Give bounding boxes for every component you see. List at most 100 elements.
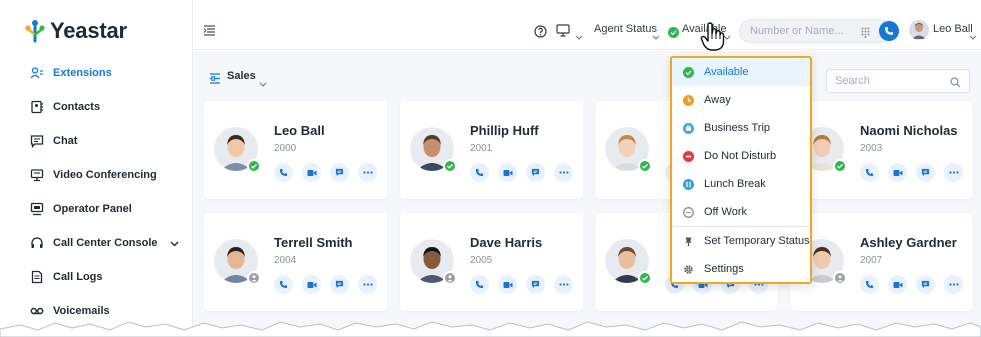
settings-option[interactable]: Settings: [672, 255, 810, 283]
sidebar-item-label: Call Center Console: [53, 237, 158, 249]
video-icon[interactable]: [302, 275, 321, 294]
extension-card[interactable]: Naomi Nicholas 2003: [790, 101, 973, 199]
monitor-icon[interactable]: [556, 24, 570, 42]
extension-number: 2001: [470, 143, 493, 154]
sidebar-item-video-conferencing[interactable]: Video Conferencing: [0, 158, 193, 192]
extension-card[interactable]: Dave Harris 2005: [400, 213, 583, 311]
message-icon[interactable]: [526, 275, 545, 294]
more-options-icon[interactable]: [944, 163, 963, 182]
message-icon[interactable]: [916, 163, 935, 182]
help-icon[interactable]: [534, 25, 547, 43]
call-button[interactable]: [879, 21, 899, 41]
card-actions: [860, 163, 963, 182]
off-work-icon: [682, 206, 694, 218]
more-options-icon[interactable]: [358, 275, 377, 294]
status-option-label: Available: [704, 66, 749, 78]
logo-text: Yeastar: [50, 18, 127, 43]
status-option-do-not-disturb[interactable]: Do Not Disturb: [672, 142, 810, 170]
sidebar: Yeastar Extensions Contacts Chat Video C…: [0, 0, 193, 337]
video-icon[interactable]: [498, 163, 517, 182]
yeastar-logo[interactable]: Yeastar: [24, 18, 127, 44]
status-option-label: Off Work: [704, 206, 747, 218]
dialpad-icon[interactable]: [861, 25, 870, 43]
extension-name: Ashley Gardner: [860, 235, 957, 250]
status-option-label: Lunch Break: [704, 178, 766, 190]
extension-name: Phillip Huff: [470, 123, 539, 138]
phone-icon: [885, 27, 893, 35]
extension-name: Leo Ball: [274, 123, 325, 138]
extension-number: 2005: [470, 255, 493, 266]
sidebar-item-extensions[interactable]: Extensions: [0, 56, 193, 90]
status-option-label: Set Temporary Status: [704, 235, 810, 247]
chevron-down-icon[interactable]: [575, 27, 583, 45]
online-status-icon: [247, 159, 261, 173]
status-option-available[interactable]: Available: [672, 58, 810, 86]
card-actions: [274, 163, 377, 182]
video-icon[interactable]: [888, 163, 907, 182]
user-name[interactable]: Leo Ball: [933, 23, 973, 35]
offline-status-icon: [443, 271, 457, 285]
video-icon[interactable]: [302, 163, 321, 182]
hand-pointer-cursor-icon: [700, 22, 726, 57]
torn-edge-decoration: [0, 321, 981, 337]
group-selector[interactable]: Sales: [227, 70, 256, 82]
extension-card[interactable]: Leo Ball 2000: [204, 101, 387, 199]
more-options-icon[interactable]: [944, 275, 963, 294]
message-icon[interactable]: [916, 275, 935, 294]
more-options-icon[interactable]: [554, 275, 573, 294]
phone-icon[interactable]: [274, 275, 293, 294]
phone-icon[interactable]: [470, 163, 489, 182]
avatar[interactable]: [909, 20, 929, 40]
set-temporary-status-option[interactable]: Set Temporary Status: [672, 227, 810, 255]
sidebar-nav: Extensions Contacts Chat Video Conferenc…: [0, 56, 193, 328]
chevron-down-icon[interactable]: [652, 27, 660, 45]
search-input[interactable]: [826, 69, 970, 93]
status-option-lunch-break[interactable]: Lunch Break: [672, 170, 810, 198]
status-option-label: Away: [704, 94, 731, 106]
chat-icon: [30, 134, 44, 148]
video-conferencing-icon: [30, 168, 44, 182]
chevron-down-icon[interactable]: [969, 27, 977, 45]
status-option-business-trip[interactable]: Business Trip: [672, 114, 810, 142]
headset-icon: [30, 236, 44, 250]
video-icon[interactable]: [498, 275, 517, 294]
collapse-menu-icon[interactable]: [203, 23, 216, 41]
card-actions: [274, 275, 377, 294]
offline-status-icon: [247, 271, 261, 285]
video-icon[interactable]: [888, 275, 907, 294]
more-options-icon[interactable]: [554, 163, 573, 182]
chevron-down-icon[interactable]: [170, 238, 179, 250]
check-circle-icon: [682, 66, 694, 78]
status-option-away[interactable]: Away: [672, 86, 810, 114]
sidebar-item-contacts[interactable]: Contacts: [0, 90, 193, 124]
sidebar-item-label: Chat: [53, 135, 78, 147]
online-status-icon: [443, 159, 457, 173]
sidebar-item-call-logs[interactable]: Call Logs: [0, 260, 193, 294]
sidebar-item-call-center-console[interactable]: Call Center Console: [0, 226, 193, 260]
extension-name: Dave Harris: [470, 235, 543, 250]
phone-icon[interactable]: [470, 275, 489, 294]
sidebar-item-operator-panel[interactable]: Operator Panel: [0, 192, 193, 226]
phone-icon[interactable]: [860, 163, 879, 182]
extension-number: 2007: [860, 255, 883, 266]
phone-icon[interactable]: [860, 275, 879, 294]
sidebar-item-label: Video Conferencing: [53, 169, 157, 181]
phone-icon[interactable]: [274, 163, 293, 182]
sidebar-item-chat[interactable]: Chat: [0, 124, 193, 158]
extension-card[interactable]: Terrell Smith 2004: [204, 213, 387, 311]
status-option-off-work[interactable]: Off Work: [672, 198, 810, 226]
agent-status-dropdown[interactable]: Agent Status: [594, 23, 657, 35]
message-icon[interactable]: [330, 163, 349, 182]
available-status-icon: [668, 25, 679, 43]
online-status-icon: [638, 271, 652, 285]
extensions-icon: [30, 66, 44, 80]
more-options-icon[interactable]: [358, 163, 377, 182]
extension-card[interactable]: Phillip Huff 2001: [400, 101, 583, 199]
message-icon[interactable]: [526, 163, 545, 182]
search-icon[interactable]: [950, 75, 961, 93]
card-actions: [860, 275, 963, 294]
extension-name: Terrell Smith: [274, 235, 353, 250]
chevron-down-icon[interactable]: [259, 74, 267, 92]
message-icon[interactable]: [330, 275, 349, 294]
extension-card[interactable]: Ashley Gardner 2007: [790, 213, 973, 311]
